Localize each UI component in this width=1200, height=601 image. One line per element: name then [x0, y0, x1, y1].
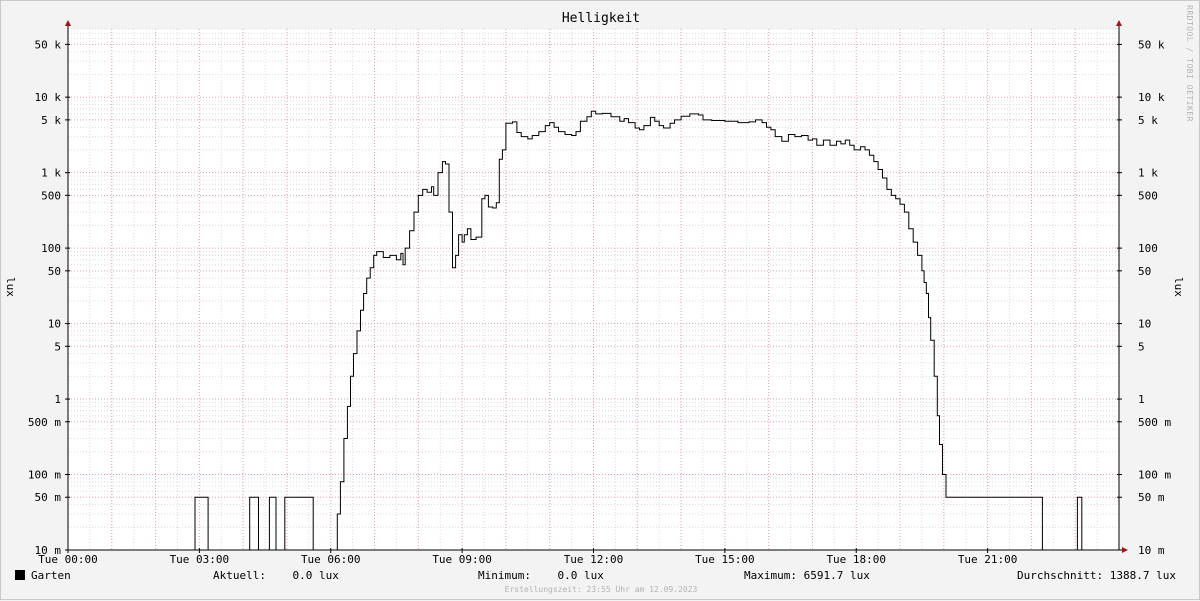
y-tick-label-right: 10	[1138, 318, 1151, 331]
y-tick-label-left: 500	[41, 189, 61, 202]
y-tick-label-right: 5 k	[1138, 114, 1158, 127]
y-tick-label-left: 100 m	[28, 469, 61, 482]
chart-title: Helligkeit	[561, 11, 641, 26]
y-axis-label-right: lux	[1172, 277, 1185, 297]
y-tick-label-right: 100	[1138, 242, 1158, 255]
y-tick-label-right: 1	[1138, 393, 1145, 406]
y-tick-label-left: 5	[54, 340, 61, 353]
y-tick-label-left: 1 k	[41, 167, 61, 180]
y-tick-label-right: 50	[1138, 265, 1151, 278]
x-tick-label: Tue 06:00	[301, 553, 361, 566]
legend-series-name: Garten	[31, 569, 71, 582]
legend-swatch	[15, 570, 25, 580]
y-tick-label-right: 100 m	[1138, 469, 1171, 482]
legend-minimum: Minimum: 0.0 lux	[478, 569, 604, 582]
y-tick-label-left: 5 k	[41, 114, 61, 127]
y-tick-label-right: 500	[1138, 189, 1158, 202]
x-tick-label: Tue 00:00	[38, 553, 98, 566]
x-tick-label: Tue 15:00	[695, 553, 755, 566]
y-tick-label-right: 500 m	[1138, 416, 1171, 429]
creation-time-note: Erstellungszeit: 23:55 Uhr am 12.09.2023	[504, 585, 698, 594]
watermark: RRDTOOL / TOBI OETIKER	[1185, 5, 1194, 122]
y-tick-label-left: 100	[41, 242, 61, 255]
y-tick-label-right: 1 k	[1138, 167, 1158, 180]
y-tick-label-right: 10 k	[1138, 91, 1165, 104]
chart-window: 10 m 10 m 50 m 50 m 100 m 100 m 500 m 500 m1155…	[0, 0, 1200, 600]
legend-average: Durchschnitt: 1388.7 lux	[1017, 569, 1176, 582]
x-tick-label: Tue 09:00	[432, 553, 492, 566]
y-tick-label-right: 50 m	[1138, 491, 1165, 504]
y-tick-label-left: 50 k	[35, 38, 62, 51]
y-tick-label-left: 1	[54, 393, 61, 406]
x-tick-label: Tue 12:00	[564, 553, 624, 566]
x-tick-label: Tue 21:00	[958, 553, 1018, 566]
y-tick-label-left: 50 m	[35, 491, 62, 504]
y-tick-label-right: 10 m	[1138, 544, 1165, 557]
y-tick-label-left: 50	[48, 265, 61, 278]
x-axis-arrow	[1122, 547, 1128, 553]
x-tick-label: Tue 18:00	[826, 553, 886, 566]
x-tick-label: Tue 03:00	[170, 553, 230, 566]
y-tick-label-right: 50 k	[1138, 38, 1165, 51]
y-tick-label-left: 500 m	[28, 416, 61, 429]
legend-current: Aktuell: 0.0 lux	[213, 569, 339, 582]
legend-maximum: Maximum: 6591.7 lux	[744, 569, 870, 582]
chart-canvas: 10 m 10 m50 m 50 m100 m 100 m500 m 500 m1 15 5…	[28, 20, 1171, 566]
y-tick-label-left: 10	[48, 318, 61, 331]
y-tick-label-right: 5	[1138, 340, 1145, 353]
y-axis-label-left: lux	[4, 277, 17, 297]
y-tick-label-left: 10 k	[35, 91, 62, 104]
